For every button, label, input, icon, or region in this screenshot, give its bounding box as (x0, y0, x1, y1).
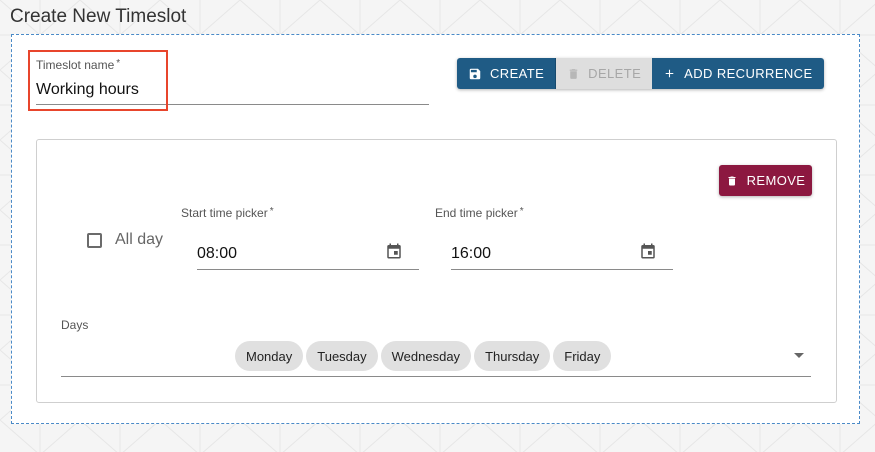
delete-button[interactable]: DELETE (555, 58, 653, 89)
add-recurrence-button-label: ADD RECURRENCE (684, 66, 813, 81)
remove-button[interactable]: REMOVE (719, 165, 812, 196)
page-title: Create New Timeslot (10, 6, 187, 27)
start-time-field[interactable]: Start time picker * 08:00 (181, 206, 421, 270)
all-day-checkbox[interactable] (87, 232, 102, 248)
day-chip-tuesday[interactable]: Tuesday (306, 341, 378, 371)
days-label: Days (61, 318, 89, 332)
day-chip-friday[interactable]: Friday (553, 341, 612, 371)
start-time-label: Start time picker * (181, 206, 274, 220)
days-chip-list[interactable]: Monday Tuesday Wednesday Thursday Friday (235, 341, 612, 371)
action-button-group: CREATE DELETE ADD RECURRENCE (457, 58, 824, 89)
all-day-label: All day (115, 231, 164, 248)
trash-icon (728, 176, 736, 185)
chevron-down-icon[interactable] (793, 352, 805, 360)
day-chip-wednesday[interactable]: Wednesday (380, 341, 472, 371)
save-icon (469, 68, 481, 79)
timeslot-form-panel: Timeslot name * Working hours CREATE DELE… (11, 34, 860, 424)
create-button-label: CREATE (490, 66, 545, 81)
day-chip-thursday[interactable]: Thursday (474, 341, 551, 371)
add-recurrence-button[interactable]: ADD RECURRENCE (652, 58, 824, 89)
calendar-icon[interactable] (385, 241, 403, 261)
start-time-input[interactable]: 08:00 (197, 245, 237, 263)
day-chip-monday[interactable]: Monday (235, 341, 304, 371)
create-button[interactable]: CREATE (457, 58, 556, 89)
end-time-label: End time picker * (435, 206, 524, 220)
all-day-toggle[interactable]: All day (87, 231, 163, 249)
trash-icon (569, 68, 578, 79)
recurrence-card: REMOVE All day Start time picker * 08:00 … (36, 139, 837, 403)
remove-button-label: REMOVE (746, 173, 806, 188)
start-time-underline (197, 269, 419, 270)
calendar-icon[interactable] (639, 241, 657, 261)
end-time-field[interactable]: End time picker * 16:00 (435, 206, 675, 270)
delete-button-label: DELETE (588, 66, 642, 81)
end-time-underline (451, 269, 673, 270)
plus-icon (665, 69, 674, 78)
focus-highlight-box (28, 50, 168, 111)
end-time-input[interactable]: 16:00 (451, 245, 491, 263)
days-underline (61, 376, 811, 377)
